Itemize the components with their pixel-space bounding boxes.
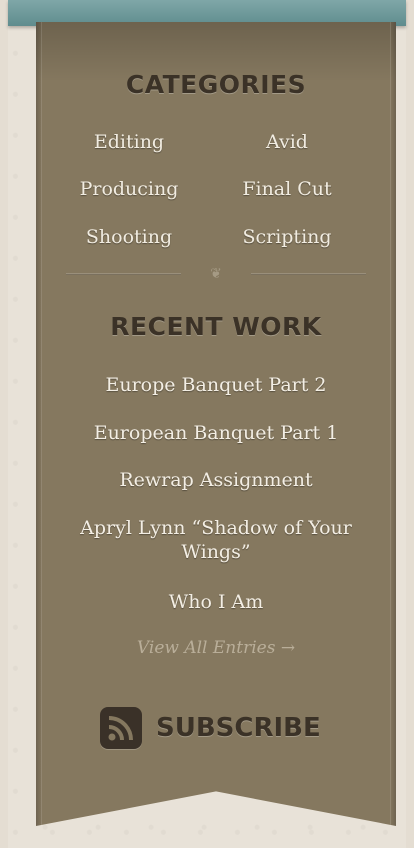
category-scripting[interactable]: Scripting — [217, 226, 357, 248]
subscribe-button[interactable]: SUBSCRIBE — [100, 704, 321, 752]
recent-work-title: RECENT WORK — [36, 312, 396, 341]
subscribe-label: SUBSCRIBE — [156, 713, 321, 743]
category-final-cut[interactable]: Final Cut — [217, 178, 357, 200]
divider-line-left — [66, 273, 181, 275]
recent-work-item[interactable]: European Banquet Part 1 — [56, 421, 376, 445]
category-shooting[interactable]: Shooting — [59, 226, 199, 248]
category-avid[interactable]: Avid — [217, 131, 357, 153]
ornamental-divider: ❦ — [66, 269, 366, 279]
recent-work-item[interactable]: Europe Banquet Part 2 — [56, 373, 376, 397]
banner-edge-right — [390, 22, 391, 826]
sidebar-banner: CATEGORIES Editing Avid Producing Final … — [36, 22, 396, 826]
banner-edge-left — [41, 22, 42, 826]
category-producing[interactable]: Producing — [59, 178, 199, 200]
rss-icon — [100, 707, 142, 749]
recent-work-item[interactable]: Apryl Lynn “Shadow of Your Wings” — [56, 516, 376, 564]
recent-work-item[interactable]: Who I Am — [56, 590, 376, 614]
category-editing[interactable]: Editing — [59, 131, 199, 153]
recent-work-item[interactable]: Rewrap Assignment — [56, 468, 376, 492]
view-all-entries-link[interactable]: View All Entries → — [56, 638, 376, 658]
divider-line-right — [251, 273, 366, 275]
flourish-icon: ❦ — [198, 267, 234, 281]
categories-title: CATEGORIES — [36, 70, 396, 99]
